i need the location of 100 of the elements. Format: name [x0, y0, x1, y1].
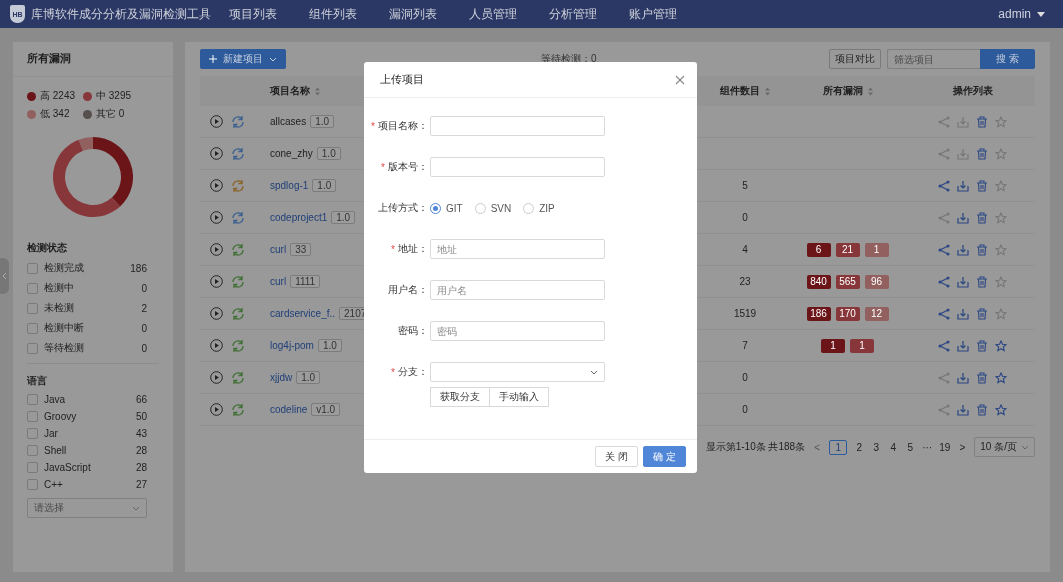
star-icon[interactable]	[995, 371, 1007, 384]
share-icon[interactable]	[938, 115, 950, 128]
input-field[interactable]: 用户名	[430, 280, 605, 300]
sync-icon[interactable]	[231, 306, 245, 321]
sync-icon[interactable]	[231, 210, 245, 225]
download-icon[interactable]	[957, 339, 969, 352]
star-icon[interactable]	[995, 339, 1007, 352]
nav-item[interactable]: 账户管理	[629, 6, 677, 22]
sync-icon[interactable]	[231, 114, 245, 129]
star-icon[interactable]	[995, 243, 1007, 256]
next-page[interactable]: >	[957, 441, 968, 453]
checkbox[interactable]	[27, 394, 38, 405]
share-icon[interactable]	[938, 403, 950, 416]
download-icon[interactable]	[957, 211, 969, 224]
nav-item[interactable]: 分析管理	[549, 6, 597, 22]
star-icon[interactable]	[995, 147, 1007, 160]
play-icon[interactable]	[210, 371, 223, 384]
branch-button[interactable]: 获取分支	[430, 387, 490, 407]
input-field[interactable]: 地址	[430, 239, 605, 259]
delete-icon[interactable]	[976, 339, 988, 352]
sync-icon[interactable]	[231, 402, 245, 417]
radio-option[interactable]: ZIP	[523, 202, 555, 214]
star-icon[interactable]	[995, 307, 1007, 320]
project-link[interactable]: cardservice_f..	[270, 308, 336, 319]
page-link[interactable]: 2	[854, 441, 865, 453]
sync-icon[interactable]	[231, 274, 245, 289]
download-icon[interactable]	[957, 403, 969, 416]
play-icon[interactable]	[210, 307, 223, 320]
delete-icon[interactable]	[976, 275, 988, 288]
page-link[interactable]: 5	[905, 441, 916, 453]
user-name[interactable]: admin	[998, 7, 1031, 21]
download-icon[interactable]	[957, 307, 969, 320]
sync-icon[interactable]	[231, 370, 245, 385]
checkbox[interactable]	[27, 302, 38, 314]
sync-icon[interactable]	[231, 338, 245, 353]
project-link[interactable]: curl	[270, 276, 287, 287]
search-button[interactable]: 搜 索	[980, 49, 1035, 69]
play-icon[interactable]	[210, 339, 223, 352]
play-icon[interactable]	[210, 275, 223, 288]
play-icon[interactable]	[210, 115, 223, 128]
download-icon[interactable]	[957, 275, 969, 288]
share-icon[interactable]	[938, 307, 950, 320]
checkbox[interactable]	[27, 428, 38, 439]
project-link[interactable]: xjjdw	[270, 372, 293, 383]
page-link[interactable]: 1	[829, 439, 848, 455]
radio-option[interactable]: GIT	[430, 202, 463, 214]
new-project-button[interactable]: 新建项目	[200, 49, 286, 69]
share-icon[interactable]	[938, 243, 950, 256]
star-icon[interactable]	[995, 115, 1007, 128]
collapse-handle[interactable]	[0, 258, 9, 294]
play-icon[interactable]	[210, 147, 223, 160]
sort-icon[interactable]	[867, 86, 873, 96]
checkbox[interactable]	[27, 411, 38, 422]
close-button[interactable]: 关 闭	[595, 446, 639, 467]
branch-button[interactable]: 手动输入	[490, 387, 549, 407]
download-icon[interactable]	[957, 115, 969, 128]
input-field[interactable]: 密码	[430, 321, 605, 341]
play-icon[interactable]	[210, 179, 223, 192]
close-icon[interactable]	[675, 74, 685, 85]
nav-item[interactable]: 漏洞列表	[389, 6, 437, 22]
page-link[interactable]: 3	[871, 441, 882, 453]
page-link[interactable]: ···	[922, 441, 933, 453]
checkbox[interactable]	[27, 322, 38, 334]
sync-icon[interactable]	[231, 178, 245, 193]
project-link[interactable]: spdlog-1	[270, 180, 309, 191]
filter-field[interactable]: 筛选项目	[887, 49, 980, 69]
delete-icon[interactable]	[976, 115, 988, 128]
language-select[interactable]: 请选择	[27, 498, 147, 518]
download-icon[interactable]	[957, 179, 969, 192]
nav-item[interactable]: 组件列表	[309, 6, 357, 22]
play-icon[interactable]	[210, 211, 223, 224]
star-icon[interactable]	[995, 179, 1007, 192]
delete-icon[interactable]	[976, 179, 988, 192]
play-icon[interactable]	[210, 403, 223, 416]
sync-icon[interactable]	[231, 242, 245, 257]
download-icon[interactable]	[957, 371, 969, 384]
delete-icon[interactable]	[976, 147, 988, 160]
radio-option[interactable]: SVN	[474, 202, 512, 214]
star-icon[interactable]	[995, 275, 1007, 288]
page-link[interactable]: 19	[939, 441, 951, 453]
share-icon[interactable]	[938, 179, 950, 192]
delete-icon[interactable]	[976, 211, 988, 224]
project-link[interactable]: log4j-pom	[270, 340, 314, 351]
star-icon[interactable]	[995, 211, 1007, 224]
input-field[interactable]	[430, 157, 605, 177]
delete-icon[interactable]	[976, 403, 988, 416]
project-link[interactable]: curl	[270, 244, 287, 255]
caret-icon[interactable]	[1037, 11, 1045, 17]
checkbox[interactable]	[27, 342, 38, 354]
sync-icon[interactable]	[231, 146, 245, 161]
star-icon[interactable]	[995, 403, 1007, 416]
share-icon[interactable]	[938, 371, 950, 384]
share-icon[interactable]	[938, 211, 950, 224]
checkbox[interactable]	[27, 462, 38, 473]
share-icon[interactable]	[938, 275, 950, 288]
checkbox[interactable]	[27, 479, 38, 490]
delete-icon[interactable]	[976, 371, 988, 384]
share-icon[interactable]	[938, 339, 950, 352]
nav-item[interactable]: 项目列表	[229, 6, 277, 22]
checkbox[interactable]	[27, 282, 38, 294]
